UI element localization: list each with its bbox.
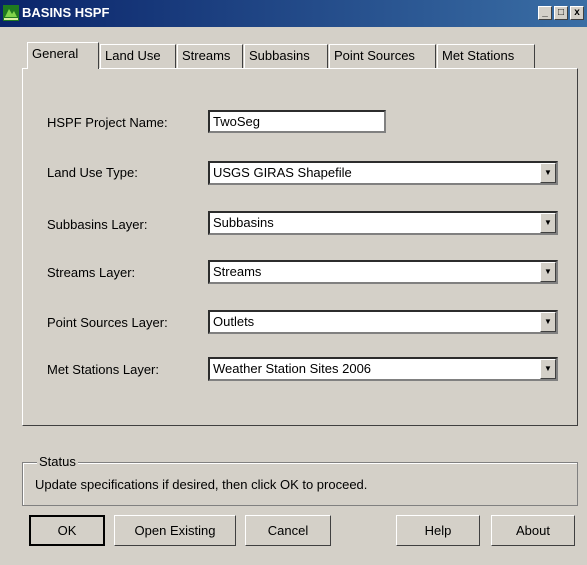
tab-general[interactable]: General bbox=[27, 42, 99, 69]
window-title: BASINS HSPF bbox=[22, 5, 110, 20]
tab-streams[interactable]: Streams bbox=[177, 44, 243, 68]
subbasins-layer-label: Subbasins Layer: bbox=[47, 217, 148, 232]
land-use-type-value: USGS GIRAS Shapefile bbox=[213, 165, 352, 180]
subbasins-layer-select[interactable]: Subbasins ▼ bbox=[208, 211, 558, 235]
streams-layer-select[interactable]: Streams ▼ bbox=[208, 260, 558, 284]
status-message: Update specifications if desired, then c… bbox=[35, 477, 368, 492]
subbasins-layer-value: Subbasins bbox=[213, 215, 274, 230]
met-stations-layer-value: Weather Station Sites 2006 bbox=[213, 361, 372, 376]
minimize-button[interactable]: _ bbox=[538, 6, 552, 20]
project-name-label: HSPF Project Name: bbox=[47, 115, 168, 130]
streams-layer-value: Streams bbox=[213, 264, 262, 279]
land-use-type-label: Land Use Type: bbox=[47, 165, 138, 180]
chevron-down-icon[interactable]: ▼ bbox=[540, 163, 556, 183]
open-existing-button[interactable]: Open Existing bbox=[114, 515, 236, 546]
chevron-down-icon[interactable]: ▼ bbox=[540, 312, 556, 332]
tab-met-stations[interactable]: Met Stations bbox=[437, 44, 535, 68]
basins-app-icon bbox=[3, 5, 19, 21]
about-button[interactable]: About bbox=[491, 515, 575, 546]
chevron-down-icon[interactable]: ▼ bbox=[540, 359, 556, 379]
point-sources-layer-label: Point Sources Layer: bbox=[47, 315, 168, 330]
project-name-input[interactable]: TwoSeg bbox=[208, 110, 386, 133]
ok-button[interactable]: OK bbox=[29, 515, 105, 546]
help-button[interactable]: Help bbox=[396, 515, 480, 546]
land-use-type-select[interactable]: USGS GIRAS Shapefile ▼ bbox=[208, 161, 558, 185]
title-bar[interactable]: BASINS HSPF _ □ x bbox=[0, 0, 587, 27]
hspf-dialog-window: BASINS HSPF _ □ x General Land Use Strea… bbox=[0, 0, 587, 565]
cancel-button[interactable]: Cancel bbox=[245, 515, 331, 546]
tab-land-use[interactable]: Land Use bbox=[100, 44, 176, 68]
tab-point-sources[interactable]: Point Sources bbox=[329, 44, 436, 68]
streams-layer-label: Streams Layer: bbox=[47, 265, 136, 280]
chevron-down-icon[interactable]: ▼ bbox=[540, 213, 556, 233]
status-caption: Status bbox=[37, 454, 78, 469]
chevron-down-icon[interactable]: ▼ bbox=[540, 262, 556, 282]
met-stations-layer-select[interactable]: Weather Station Sites 2006 ▼ bbox=[208, 357, 558, 381]
point-sources-layer-select[interactable]: Outlets ▼ bbox=[208, 310, 558, 334]
maximize-button[interactable]: □ bbox=[554, 6, 568, 20]
met-stations-layer-label: Met Stations Layer: bbox=[47, 362, 159, 377]
tab-subbasins[interactable]: Subbasins bbox=[244, 44, 328, 68]
point-sources-layer-value: Outlets bbox=[213, 314, 255, 329]
close-button[interactable]: x bbox=[570, 6, 584, 20]
status-groupbox: Status Update specifications if desired,… bbox=[22, 454, 578, 506]
